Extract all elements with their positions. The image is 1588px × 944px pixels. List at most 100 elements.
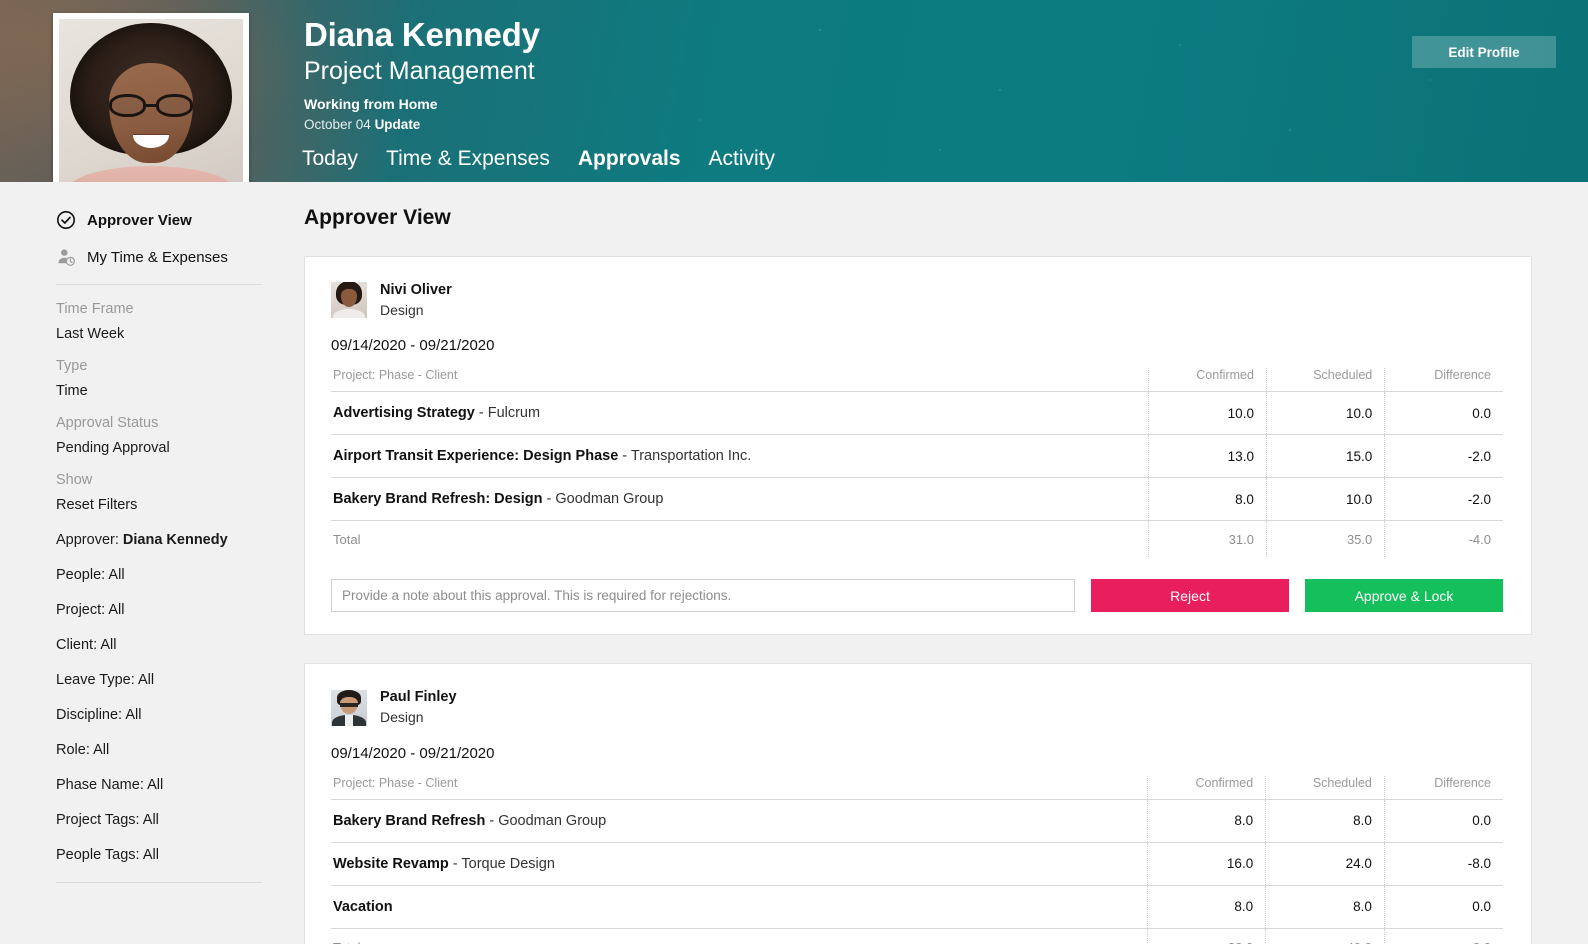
filter-line[interactable]: Role: All: [56, 742, 272, 758]
cell-difference: 0.0: [1384, 391, 1503, 435]
table-row: Advertising Strategy - Fulcrum 10.0 10.0 0.…: [331, 391, 1503, 435]
avatar-image: [59, 19, 243, 182]
sidebar-divider-bottom: [56, 882, 262, 883]
filter-line[interactable]: Project: All: [56, 602, 272, 618]
person-role: Design: [380, 709, 424, 726]
profile-header: Diana Kennedy Project Management Working…: [0, 0, 1588, 182]
sidebar-item-approver-view[interactable]: Approver View: [56, 210, 272, 230]
approval-card: Nivi Oliver Design 09/14/2020 - 09/21/2020…: [304, 256, 1532, 636]
filter-label: Show: [56, 472, 93, 488]
filter-value[interactable]: Pending Approval: [56, 440, 272, 456]
tab-time-expenses[interactable]: Time & Expenses: [386, 145, 550, 173]
cell-confirmed: 10.0: [1147, 391, 1267, 435]
client-name: - Fulcrum: [474, 405, 541, 422]
project-name: Airport Transit Experience: Design Phase: [333, 448, 619, 465]
approve-lock-button[interactable]: Approve & Lock: [1305, 579, 1503, 613]
cell-confirmed: 8.0: [1146, 798, 1266, 843]
filter-line-value: Diana Kennedy: [122, 532, 228, 548]
filter-line-value: All: [142, 812, 159, 828]
filter-line[interactable]: Project Tags: All: [56, 812, 272, 828]
filter-line-value: All: [147, 777, 164, 793]
total-label: Total: [331, 520, 1149, 558]
person-name: Paul Finley: [380, 689, 457, 706]
approval-note-input[interactable]: [331, 579, 1075, 613]
filter-label: Time Frame: [56, 301, 134, 317]
filter-value[interactable]: Last Week: [56, 326, 272, 342]
filter-line[interactable]: Discipline: All: [56, 707, 272, 723]
column-header: Project: Phase - Client: [333, 775, 458, 790]
total-label: Total: [331, 927, 1148, 944]
sidebar-item-my-time-expenses[interactable]: My Time & Expenses: [56, 247, 272, 267]
column-header: Scheduled: [1265, 368, 1385, 392]
cell-confirmed: 13.0: [1147, 434, 1267, 478]
filter-line-value: All: [142, 847, 159, 863]
table-header-row: Project: Phase - Client Confirmed Schedule…: [331, 775, 1503, 800]
person-role: Design: [380, 301, 424, 318]
filter-line-prefix: Project:: [56, 602, 109, 618]
filter-line[interactable]: Phase Name: All: [56, 777, 272, 793]
filter-line[interactable]: Client: All: [56, 637, 272, 653]
cell-project: Airport Transit Experience: Design Phase…: [331, 434, 1149, 478]
update-date: October 04: [304, 117, 371, 132]
tab-activity[interactable]: Activity: [709, 145, 776, 173]
cell-difference: -2.0: [1384, 477, 1503, 521]
approval-cards: Nivi Oliver Design 09/14/2020 - 09/21/2020…: [304, 256, 1532, 944]
filter-line[interactable]: People: All: [56, 567, 272, 583]
approval-actions: Reject Approve & Lock: [331, 579, 1503, 613]
status-badge: Working from Home: [304, 96, 438, 112]
avatar: [53, 13, 249, 182]
filter-line-prefix: Approver:: [56, 532, 123, 548]
column-header: Difference: [1383, 775, 1503, 800]
filter-line-prefix: People Tags:: [56, 847, 143, 863]
filter-line-prefix: Client:: [56, 637, 101, 653]
filter-line[interactable]: Approver: Diana Kennedy: [56, 532, 272, 548]
edit-profile-button[interactable]: Edit Profile: [1412, 36, 1556, 68]
total-difference: -4.0: [1384, 520, 1503, 558]
cell-difference: 0.0: [1383, 798, 1503, 843]
total-confirmed: 32.0: [1146, 927, 1266, 944]
filter-value[interactable]: Time: [56, 383, 272, 399]
cell-project: Website Revamp - Torque Design: [331, 841, 1148, 886]
table-total-row: Total32.040.0-8.0: [331, 927, 1503, 944]
total-scheduled: 35.0: [1265, 520, 1385, 558]
client-name: - Torque Design: [448, 855, 555, 872]
main-content: Approver View Nivi Oliver Design 09/14/202…: [304, 182, 1588, 944]
content-title: Approver View: [304, 206, 451, 229]
person-row: Paul Finley Design: [331, 688, 1503, 726]
cell-difference: 0.0: [1383, 884, 1503, 929]
cell-scheduled: 15.0: [1265, 434, 1385, 478]
table-total-row: Total 31.0 35.0 -4.0: [331, 520, 1503, 558]
client-name: - Transportation Inc.: [618, 448, 752, 465]
table-row: Website Revamp - Torque Design 16.0 24.0 -8…: [331, 841, 1503, 886]
approval-card: Paul Finley Design 09/14/2020 - 09/21/2020…: [304, 663, 1532, 944]
person-clock-icon: [56, 247, 76, 267]
person-avatar: [331, 689, 367, 726]
total-difference: -8.0: [1383, 927, 1503, 944]
table-row: Vacation 8.0 8.0 0.0: [331, 884, 1503, 929]
cell-project: Bakery Brand Refresh: Design - Goodman G…: [331, 477, 1149, 521]
user-role: Project Management: [304, 57, 535, 85]
filter-line-prefix: Project Tags:: [56, 812, 143, 828]
filter-line[interactable]: People Tags: All: [56, 847, 272, 863]
update-line: October 04 Update: [304, 117, 420, 132]
tab-today[interactable]: Today: [302, 145, 358, 173]
filter-value[interactable]: Reset Filters: [56, 497, 272, 513]
cell-scheduled: 8.0: [1265, 798, 1385, 843]
sidebar: Approver View My Time & Expenses Time Fr…: [0, 182, 304, 944]
cell-scheduled: 8.0: [1265, 884, 1385, 929]
tab-approvals[interactable]: Approvals: [578, 145, 681, 173]
filter-group: Type Time: [56, 358, 272, 399]
cell-difference: -8.0: [1383, 841, 1503, 886]
filter-line-prefix: Leave Type:: [56, 672, 138, 688]
reject-button[interactable]: Reject: [1091, 579, 1289, 613]
cell-confirmed: 16.0: [1146, 841, 1266, 886]
filter-line-prefix: People:: [56, 567, 109, 583]
approval-table: Project: Phase - Client Confirmed Schedule…: [331, 368, 1503, 558]
filter-line-prefix: Phase Name:: [56, 777, 148, 793]
filter-groups: Time Frame Last Week Type Time Approval Stat…: [56, 301, 272, 513]
filter-line-value: All: [100, 637, 117, 653]
filter-line[interactable]: Leave Type: All: [56, 672, 272, 688]
client-name: - Goodman Group: [542, 491, 664, 508]
date-range: 09/14/2020 - 09/21/2020: [331, 744, 495, 762]
total-confirmed: 31.0: [1147, 520, 1267, 558]
